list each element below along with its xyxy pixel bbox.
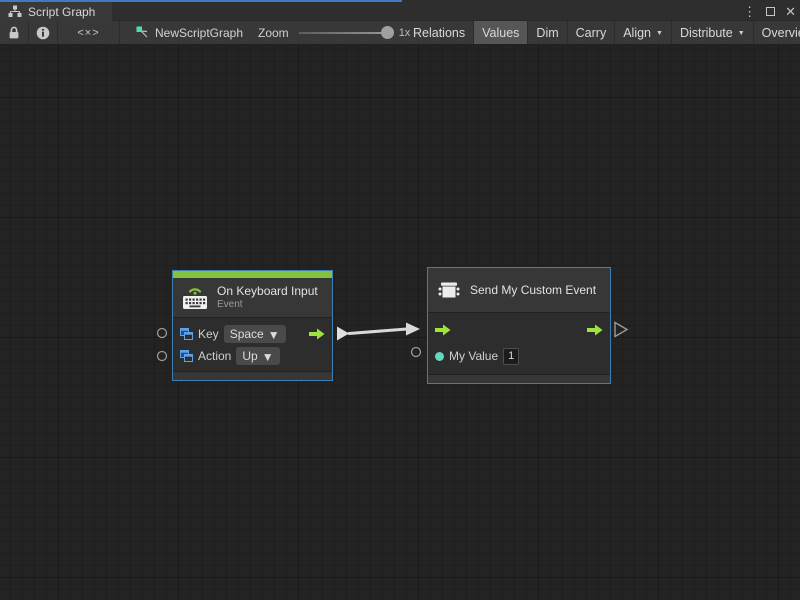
zoom-slider-track <box>299 32 392 34</box>
flow-arrow-icon[interactable] <box>435 324 451 336</box>
my-value-label: My Value <box>449 349 498 363</box>
zoom-slider-handle[interactable] <box>381 26 394 39</box>
zoom-cluster: Zoom 1x <box>258 21 410 44</box>
overview-button[interactable]: Overview <box>754 21 800 44</box>
key-port-label: Key <box>198 327 219 341</box>
custom-event-icon <box>436 278 462 302</box>
lock-button[interactable] <box>0 21 29 44</box>
graph-hierarchy-icon <box>8 5 22 18</box>
values-toggle[interactable]: Values <box>474 21 528 44</box>
zoom-slider[interactable] <box>299 26 392 39</box>
info-button[interactable] <box>29 21 58 44</box>
relations-toggle[interactable]: Relations <box>405 21 474 44</box>
carry-toggle[interactable]: Carry <box>568 21 616 44</box>
keyboard-node-footer <box>173 371 332 380</box>
node-title: Send My Custom Event <box>470 283 596 298</box>
action-dropdown-value: Up <box>242 349 257 363</box>
script-graph-window: Script Graph ⋮ ✕ <box>0 0 800 600</box>
caret-down-icon: ▼ <box>262 350 274 364</box>
keyboard-node-flow-output-port[interactable] <box>337 327 349 341</box>
value-port-dot-icon <box>435 352 444 361</box>
node-title: On Keyboard Input <box>217 284 318 299</box>
dim-toggle[interactable]: Dim <box>528 21 567 44</box>
align-dropdown[interactable]: Align ▼ <box>615 21 672 44</box>
graph-name-label: NewScriptGraph <box>155 26 243 40</box>
window-close-icon[interactable]: ✕ <box>785 5 796 18</box>
event-accent-bar <box>173 271 332 278</box>
caret-down-icon: ▼ <box>268 328 280 342</box>
keyboard-input-icon <box>181 284 209 311</box>
window-maximize-icon[interactable] <box>766 7 775 16</box>
carry-label: Carry <box>576 26 607 40</box>
graph-name-group[interactable]: NewScriptGraph <box>136 21 243 44</box>
flow-ports-row <box>428 318 610 342</box>
node-send-my-custom-event[interactable]: Send My Custom Event My Value <box>427 267 611 384</box>
event-node-input-port-value[interactable] <box>412 348 421 357</box>
code-icon: <×> <box>77 27 99 39</box>
toolbar-toggle-group: Relations Values Dim Carry Align ▼ Distr… <box>405 21 800 44</box>
align-label: Align <box>623 26 651 40</box>
zoom-label: Zoom <box>258 26 289 40</box>
tab-strip: Script Graph ⋮ ✕ <box>0 0 800 21</box>
node-on-keyboard-input[interactable]: On Keyboard Input Event Key Space ▼ <box>172 270 333 381</box>
tab-script-graph[interactable]: Script Graph <box>0 2 112 21</box>
my-value-input-text: 1 <box>508 350 514 362</box>
enum-type-icon <box>180 350 193 362</box>
node-subtitle: Event <box>217 299 318 311</box>
lock-icon <box>7 25 21 40</box>
flow-arrow-icon[interactable] <box>309 328 325 340</box>
caret-down-icon: ▼ <box>656 30 663 37</box>
my-value-port-row: My Value 1 <box>428 343 610 369</box>
values-label: Values <box>482 26 519 40</box>
script-graph-asset-icon <box>136 26 149 39</box>
flow-connection-arrowhead <box>406 323 420 336</box>
code-view-button[interactable]: <×> <box>58 21 120 44</box>
window-controls: ⋮ ✕ <box>743 2 796 21</box>
enum-type-icon <box>180 328 193 340</box>
event-node-flow-output-port[interactable] <box>615 323 627 337</box>
event-node-header[interactable]: Send My Custom Event <box>428 268 610 313</box>
flow-arrow-icon[interactable] <box>587 324 603 336</box>
keyboard-node-header[interactable]: On Keyboard Input Event <box>173 278 332 318</box>
info-icon <box>36 26 50 40</box>
action-port-row: Action Up ▼ <box>173 345 332 366</box>
keyboard-node-input-port-key[interactable] <box>158 329 167 338</box>
event-node-body: My Value 1 <box>428 313 610 374</box>
toolbar-left-group: <×> <box>0 21 120 44</box>
distribute-label: Distribute <box>680 26 733 40</box>
action-dropdown[interactable]: Up ▼ <box>236 347 279 365</box>
relations-label: Relations <box>413 26 465 40</box>
key-port-row: Key Space ▼ <box>173 323 332 344</box>
graph-toolbar: <×> NewScriptGraph Zoom 1x Relations Val… <box>0 21 800 45</box>
dim-label: Dim <box>536 26 558 40</box>
flow-connection[interactable] <box>349 329 407 334</box>
key-dropdown-value: Space <box>230 327 264 341</box>
graph-canvas[interactable]: On Keyboard Input Event Key Space ▼ <box>0 45 800 600</box>
tab-title: Script Graph <box>28 5 95 19</box>
overview-label: Overview <box>762 26 800 40</box>
caret-down-icon: ▼ <box>738 30 745 37</box>
action-port-label: Action <box>198 349 231 363</box>
connections-layer <box>0 45 800 600</box>
key-dropdown[interactable]: Space ▼ <box>224 325 286 343</box>
keyboard-node-titles: On Keyboard Input Event <box>217 284 318 311</box>
window-menu-icon[interactable]: ⋮ <box>743 5 756 18</box>
keyboard-node-input-port-action[interactable] <box>158 352 167 361</box>
my-value-input[interactable]: 1 <box>503 348 519 365</box>
keyboard-node-body: Key Space ▼ <box>173 318 332 371</box>
event-node-footer <box>428 374 610 383</box>
distribute-dropdown[interactable]: Distribute ▼ <box>672 21 754 44</box>
